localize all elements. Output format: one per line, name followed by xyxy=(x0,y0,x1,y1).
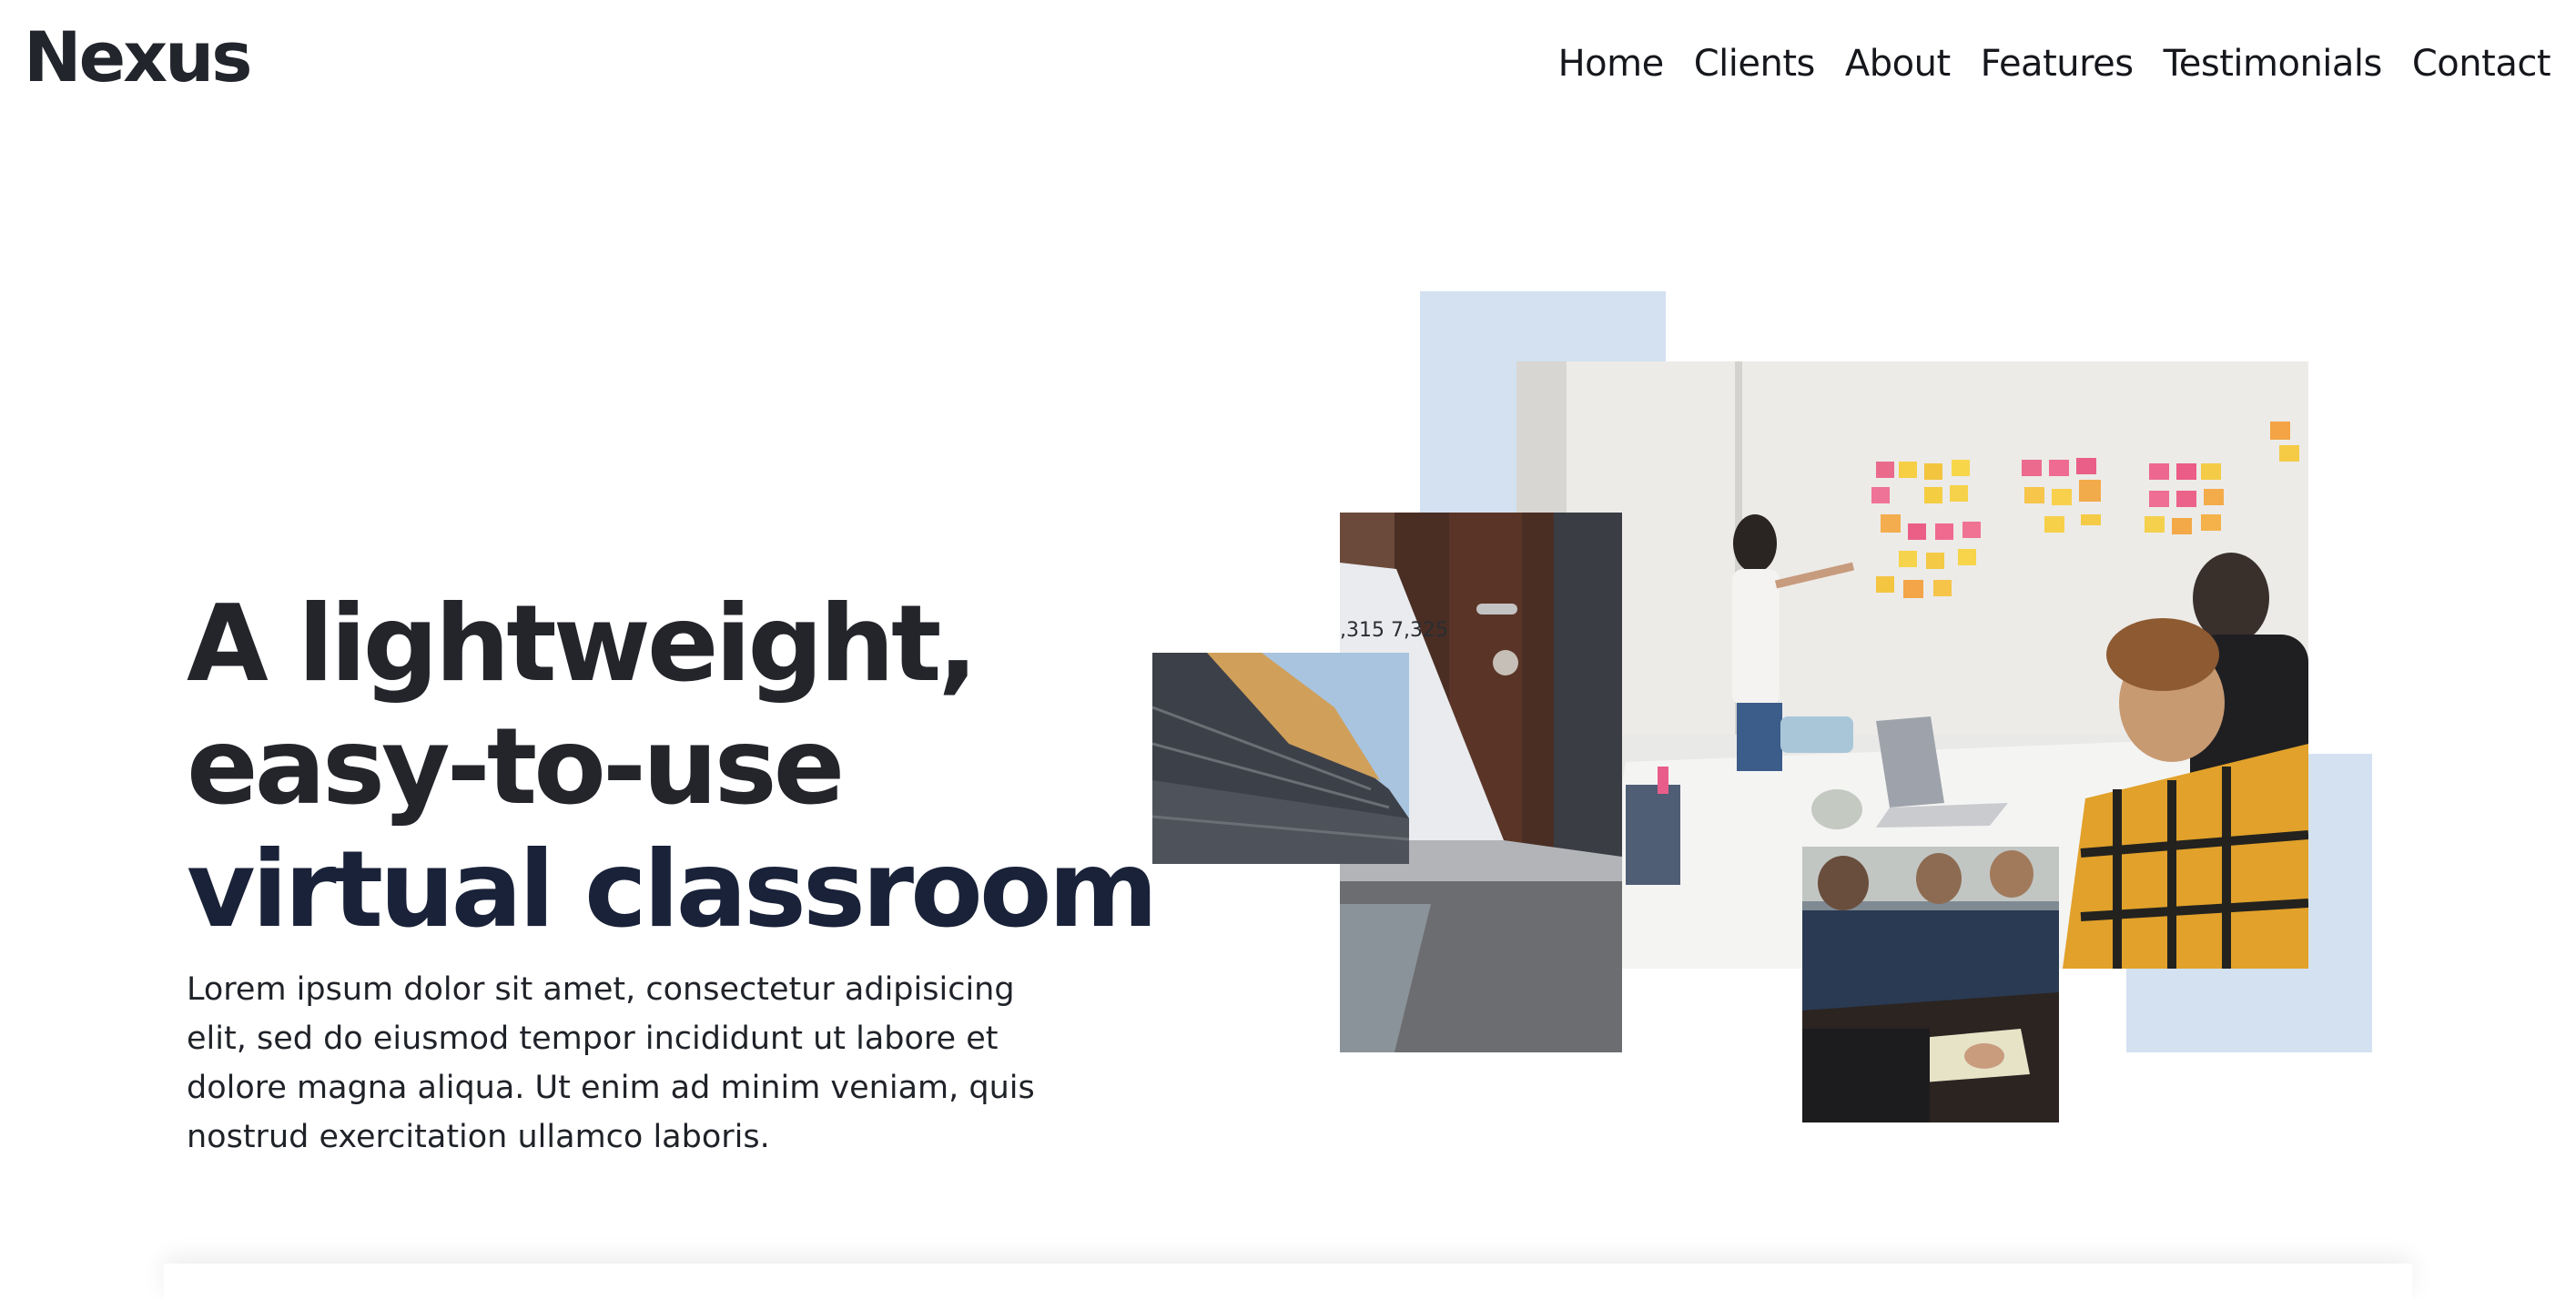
nav-features[interactable]: Features xyxy=(1981,35,2135,93)
nav-clients[interactable]: Clients xyxy=(1694,35,1816,93)
section-divider-shadow xyxy=(164,1264,2412,1300)
nav-testimonials[interactable]: Testimonials xyxy=(2164,35,2383,93)
nav-contact[interactable]: Contact xyxy=(2412,35,2551,93)
team-photo xyxy=(1802,847,2059,1122)
nav-about[interactable]: About xyxy=(1845,35,1951,93)
hero-description: Lorem ipsum dolor sit amet, consectetur … xyxy=(187,971,1035,1155)
hero-headline: A lightweight, easy-to-use virtual class… xyxy=(187,583,1188,951)
headline-line-3: virtual classroom xyxy=(187,828,1158,951)
nav-home[interactable]: Home xyxy=(1558,35,1665,93)
main-nav: Home Clients About Features Testimonials… xyxy=(1558,35,2551,93)
brand-logo[interactable]: Nexus xyxy=(24,16,253,98)
laptop-stats-text: ,315 7,325 xyxy=(1340,619,1448,642)
skyscraper-photo xyxy=(1152,653,1409,864)
headline-line-2: easy-to-use xyxy=(187,706,845,828)
headline-line-1: A lightweight, xyxy=(187,583,979,706)
